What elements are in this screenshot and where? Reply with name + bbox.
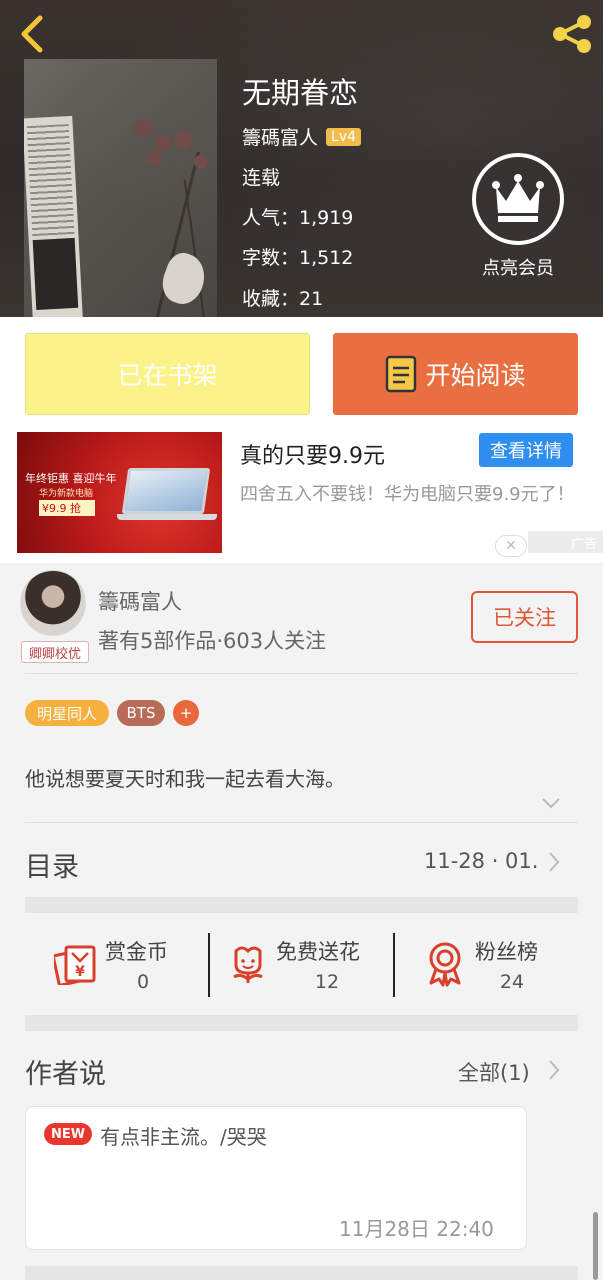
crown-icon [492,174,544,222]
author-level-badge: Lv4 [326,127,362,146]
tag-item[interactable]: 明星同人 [25,700,109,726]
book-icon [386,355,417,393]
ad-image-price: ¥9.9 抢 [39,500,95,516]
start-reading-label: 开始阅读 [425,361,526,390]
section-separator [25,1015,578,1031]
reward-label: 赏金币 [105,940,168,964]
author-stats: 著有5部作品·603人关注 [98,629,327,653]
ad-image-line1: 年终钜惠 喜迎牛年 [25,472,117,485]
laptop-image [121,468,211,514]
share-icon[interactable] [548,12,594,56]
author-note-card[interactable]: NEW 有点非主流。/哭哭 11月28日 22:40 [25,1106,527,1250]
svg-text:¥: ¥ [75,964,85,980]
red-envelope-icon: ¥ [54,945,96,985]
tag-item[interactable]: BTS [117,700,165,726]
ad-title[interactable]: 真的只要9.9元 [240,438,385,470]
divider [393,933,395,997]
book-summary: 他说想要夏天时和我一起去看大海。 [25,767,345,791]
expand-chevron-icon[interactable] [540,796,562,810]
section-separator [25,897,578,913]
medal-icon [429,942,461,987]
book-cover-image[interactable] [24,59,217,317]
ad-close-icon[interactable]: ✕ [495,535,527,557]
flower-value: 12 [314,971,340,993]
fans-label: 粉丝榜 [475,940,538,964]
ad-detail-button[interactable]: 查看详情 [479,433,573,467]
toc-title[interactable]: 目录 [25,845,79,884]
divider [25,822,578,823]
send-flower-button[interactable]: 免费送花 12 [228,933,388,997]
author-badge: 卿卿校优 [21,641,89,663]
book-author-line[interactable]: 籌碼富人 Lv4 [242,123,362,150]
author-note-text: 有点非主流。/哭哭 [100,1125,267,1149]
action-bar: 已在书架 开始阅读 [0,317,603,432]
start-reading-button[interactable]: 开始阅读 [333,333,578,415]
ad-banner[interactable]: 年终钜惠 喜迎牛年 华为新款电脑 ¥9.9 抢 真的只要9.9元 查看详情 四舍… [0,432,603,563]
author-note-time: 11月28日 22:40 [339,1217,494,1241]
book-header: 无期眷恋 籌碼富人 Lv4 连载 人气：1,919 字数：1,512 收藏：21… [0,0,603,317]
flower-icon [233,946,263,983]
flower-label: 免费送花 [276,940,360,964]
chevron-right-icon[interactable] [548,851,560,873]
reward-coin-button[interactable]: ¥ 赏金币 0 [50,933,200,997]
book-detail-page: 无期眷恋 籌碼富人 Lv4 连载 人气：1,919 字数：1,512 收藏：21… [0,0,603,1280]
book-favorites: 收藏：21 [242,288,324,310]
book-status: 连载 [242,167,281,189]
author-avatar[interactable] [20,570,86,636]
book-title: 无期眷恋 [242,76,359,110]
author-name[interactable]: 籌碼富人 [98,586,182,616]
ad-image[interactable]: 年终钜惠 喜迎牛年 华为新款电脑 ¥9.9 抢 [17,432,222,553]
reward-value: 0 [136,971,150,993]
scrollbar[interactable] [593,1212,598,1280]
fan-ranking-button[interactable]: 粉丝榜 24 [425,933,555,997]
author-says-title: 作者说 [25,1059,106,1090]
in-bookshelf-button[interactable]: 已在书架 [25,333,310,415]
back-chevron-icon[interactable] [16,14,50,54]
ad-image-line2: 华为新款电脑 [39,489,94,499]
ad-label: 广告 [528,531,603,553]
toc-latest-date[interactable]: 11-28 · 01. [424,849,538,873]
book-popularity: 人气：1,919 [242,207,354,229]
chevron-right-icon[interactable] [548,1059,560,1081]
new-badge: NEW [44,1123,92,1145]
divider [25,673,578,674]
add-tag-button[interactable]: + [173,700,199,726]
vip-label[interactable]: 点亮会员 [470,254,566,280]
author-says-all-link[interactable]: 全部(1) [458,1057,530,1087]
follow-button[interactable]: 已关注 [471,591,578,643]
book-word-count: 字数：1,512 [242,247,354,269]
vip-crown-button[interactable] [472,153,564,245]
book-author-name[interactable]: 籌碼富人 [242,123,318,150]
section-separator [25,1266,578,1280]
divider [208,933,210,997]
fans-value: 24 [499,971,525,993]
ad-description[interactable]: 四舍五入不要钱！华为电脑只要9.9元了！ [240,482,580,508]
